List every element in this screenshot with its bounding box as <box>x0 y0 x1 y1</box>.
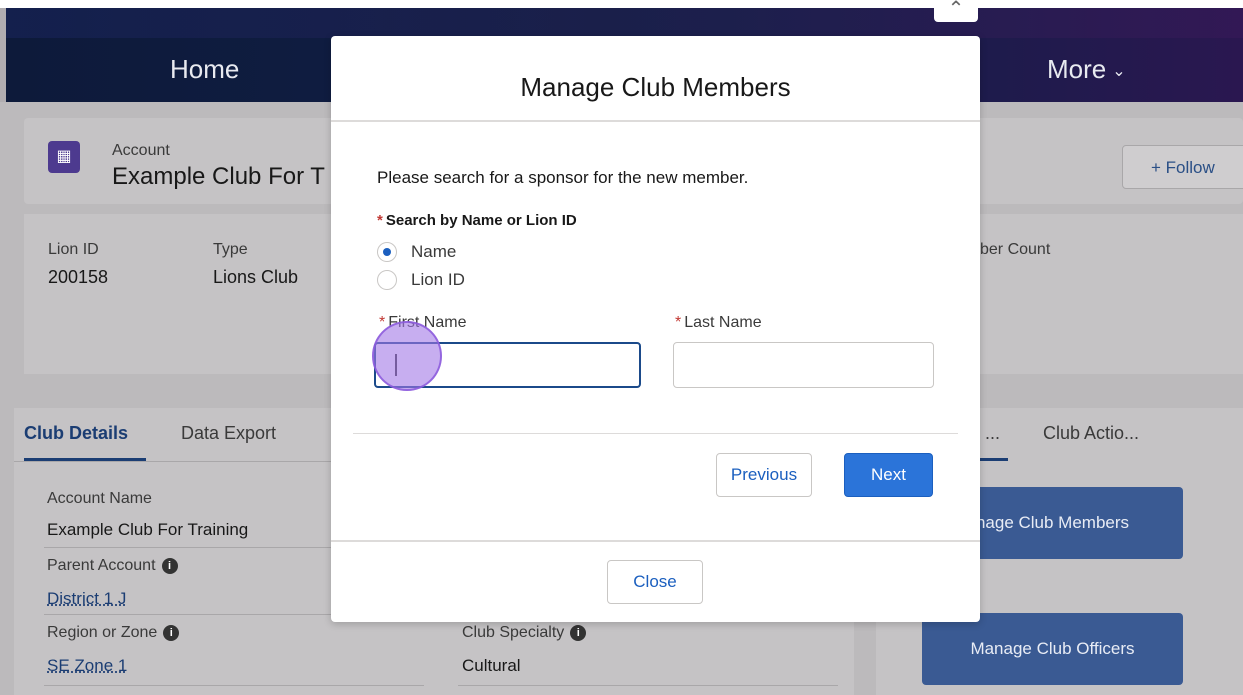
last-name-label: * Last Name <box>675 314 762 332</box>
last-name-input[interactable] <box>673 342 934 388</box>
type-value: Lions Club <box>213 267 299 287</box>
radio-name[interactable] <box>377 242 397 262</box>
required-asterisk: * <box>675 314 682 331</box>
radio-name-option[interactable]: Name <box>377 242 456 262</box>
lion-id-label: Lion ID <box>48 241 99 258</box>
divider <box>458 685 838 686</box>
radio-lion-id-option[interactable]: Lion ID <box>377 270 465 290</box>
specialty-value: Cultural <box>462 656 521 675</box>
region-label-text: Region or Zone <box>47 624 158 641</box>
record-type-label: Account <box>112 142 170 159</box>
lion-id-value: 200158 <box>48 267 109 287</box>
manage-club-officers-button[interactable]: Manage Club Officers <box>922 613 1183 685</box>
info-icon[interactable]: i <box>161 557 178 574</box>
previous-button[interactable]: Previous <box>716 453 812 497</box>
parent-account-label-text: Parent Account <box>47 557 156 574</box>
region-label: Region or Zone i <box>47 624 180 642</box>
chevron-down-icon: ⌄ <box>1112 63 1126 81</box>
info-icon[interactable]: i <box>570 624 587 641</box>
account-name-label: Account Name <box>47 490 152 507</box>
record-title: Example Club For T <box>112 163 325 190</box>
tab-data-export[interactable]: Data Export <box>181 423 276 444</box>
next-button[interactable]: Next <box>844 453 933 497</box>
click-indicator <box>372 321 442 391</box>
form-divider <box>353 433 958 434</box>
specialty-label-text: Club Specialty <box>462 624 565 641</box>
radio-lion-id-label: Lion ID <box>411 270 465 289</box>
last-name-label-text: Last Name <box>684 314 762 331</box>
search-by-label-text: Search by Name or Lion ID <box>385 212 577 229</box>
parent-account-link[interactable]: District 1 J <box>47 589 126 609</box>
radio-name-label: Name <box>411 242 457 261</box>
divider <box>44 685 424 686</box>
specialty-label: Club Specialty i <box>462 624 587 642</box>
radio-lion-id[interactable] <box>377 270 397 290</box>
search-by-label: * Search by Name or Lion ID <box>377 212 577 229</box>
modal-header-divider <box>331 120 980 122</box>
type-label: Type <box>213 241 248 258</box>
close-button[interactable]: Close <box>607 560 703 604</box>
plus-icon: + <box>1151 158 1166 177</box>
tab-more-truncated[interactable]: ... <box>985 423 1000 444</box>
modal-title: Manage Club Members <box>520 72 791 102</box>
follow-label: Follow <box>1165 158 1215 177</box>
nav-more[interactable]: More ⌄ <box>1047 54 1126 85</box>
tab-club-actions[interactable]: Club Actio... <box>1043 423 1139 444</box>
modal-footer-divider <box>331 540 980 542</box>
member-count-label: ber Count <box>980 241 1051 258</box>
nav-more-label: More <box>1047 54 1107 84</box>
search-prompt: Please search for a sponsor for the new … <box>377 168 749 187</box>
follow-button[interactable]: + Follow <box>1122 145 1243 189</box>
close-icon[interactable]: ⌃ <box>934 0 978 22</box>
navbar-stripe <box>6 8 1243 38</box>
parent-account-label: Parent Account i <box>47 557 178 575</box>
top-strip <box>0 0 1243 8</box>
info-icon[interactable]: i <box>163 624 180 641</box>
account-name-value: Example Club For Training <box>47 520 249 539</box>
required-asterisk: * <box>377 212 383 229</box>
account-icon: ▦ <box>48 141 80 173</box>
tab-club-details[interactable]: Club Details <box>24 423 128 444</box>
manage-club-members-modal: Manage Club Members Please search for a … <box>331 36 980 622</box>
nav-home[interactable]: Home <box>170 54 239 85</box>
region-link[interactable]: SE Zone 1 <box>47 656 127 676</box>
